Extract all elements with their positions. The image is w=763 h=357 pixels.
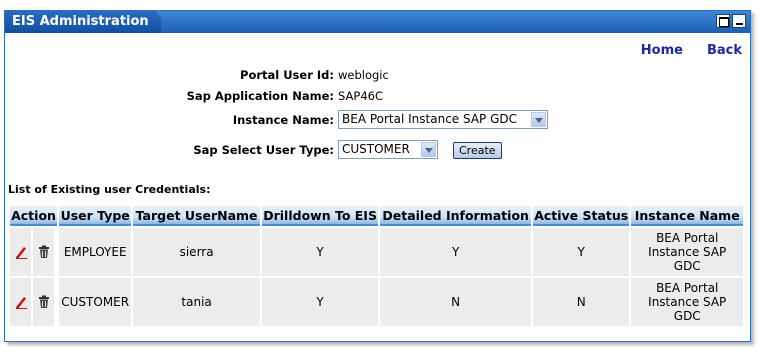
pencil-icon[interactable] <box>10 278 31 326</box>
credentials-list-caption: List of Existing user Credentials: <box>8 183 211 196</box>
window-controls <box>716 14 746 28</box>
back-link[interactable]: Back <box>707 43 742 58</box>
credentials-table: Action User Type Target UserName Drilldo… <box>8 204 745 328</box>
sap-app-name-value: SAP46C <box>338 89 383 103</box>
table-row: EMPLOYEE sierra Y Y Y BEA Portal Instanc… <box>10 228 743 276</box>
cell-user-type: CUSTOMER <box>59 278 132 326</box>
titlebar: EIS Administration <box>5 11 750 33</box>
nav-links: Home Back <box>641 43 742 58</box>
trash-icon[interactable] <box>33 228 54 276</box>
user-type-select[interactable]: CUSTOMER <box>338 140 438 159</box>
instance-name-select[interactable]: BEA Portal Instance SAP GDC <box>338 110 548 129</box>
col-target-username: Target UserName <box>133 206 260 226</box>
col-active-status: Active Status <box>532 206 630 226</box>
cell-instance-name: BEA Portal Instance SAP GDC <box>631 228 743 276</box>
cell-active-status: N <box>532 278 630 326</box>
sap-app-name-label: Sap Application Name: <box>186 89 334 103</box>
col-instance-name: Instance Name <box>631 206 743 226</box>
trash-icon[interactable] <box>33 278 54 326</box>
user-type-selected: CUSTOMER <box>342 142 410 156</box>
portal-user-id-label: Portal User Id: <box>240 68 334 82</box>
cell-target-username: tania <box>133 278 260 326</box>
chevron-down-icon[interactable] <box>421 142 436 157</box>
col-action: Action <box>10 206 58 226</box>
portal-user-id-value: weblogic <box>338 68 389 82</box>
maximize-icon[interactable] <box>716 14 730 28</box>
minimize-icon[interactable] <box>732 14 746 28</box>
pencil-icon[interactable] <box>10 228 31 276</box>
instance-name-label: Instance Name: <box>232 113 334 127</box>
table-row: CUSTOMER tania Y N N BEA Portal Instance… <box>10 278 743 326</box>
col-detailed-info: Detailed Information <box>380 206 531 226</box>
instance-name-selected: BEA Portal Instance SAP GDC <box>342 112 518 126</box>
window-title: EIS Administration <box>5 11 161 33</box>
action-cell <box>10 278 58 326</box>
cell-drilldown: Y <box>261 278 379 326</box>
cell-drilldown: Y <box>261 228 379 276</box>
sap-app-name-row: Sap Application Name: SAP46C <box>5 86 750 106</box>
cell-user-type: EMPLOYEE <box>59 228 132 276</box>
chevron-down-icon[interactable] <box>531 112 546 127</box>
table-header-row: Action User Type Target UserName Drilldo… <box>10 206 743 226</box>
cell-active-status: Y <box>532 228 630 276</box>
col-user-type: User Type <box>59 206 132 226</box>
create-button[interactable]: Create <box>453 142 502 159</box>
cell-detailed-info: N <box>380 278 531 326</box>
eis-admin-portlet: EIS Administration Home Back Portal User… <box>4 10 751 342</box>
home-link[interactable]: Home <box>641 43 683 58</box>
portal-user-id-row: Portal User Id: weblogic <box>5 65 750 85</box>
cell-detailed-info: Y <box>380 228 531 276</box>
cell-target-username: sierra <box>133 228 260 276</box>
cell-instance-name: BEA Portal Instance SAP GDC <box>631 278 743 326</box>
user-type-label: Sap Select User Type: <box>193 143 334 157</box>
col-drilldown: Drilldown To EIS <box>261 206 379 226</box>
action-cell <box>10 228 58 276</box>
